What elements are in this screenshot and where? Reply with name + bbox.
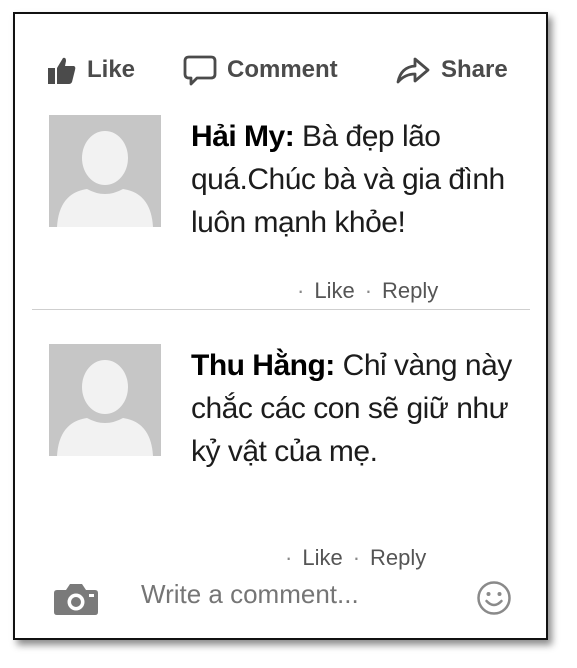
- thumbs-up-icon: [48, 57, 76, 84]
- comment-composer: [15, 574, 546, 624]
- comment-text: Thu Hằng: Chỉ vàng này chắc các con sẽ g…: [191, 344, 531, 473]
- share-arrow-icon: [396, 57, 430, 84]
- speech-bubble-icon: [183, 55, 217, 86]
- commenter-name[interactable]: Thu Hằng:: [191, 349, 335, 382]
- write-comment-input[interactable]: [139, 578, 443, 611]
- separator-dot: ·: [285, 545, 293, 570]
- like-button[interactable]: Like: [47, 52, 135, 88]
- like-label: Like: [87, 56, 136, 83]
- post-card: Like Comment Share Hải My: Bà đẹp lão qu…: [13, 12, 548, 640]
- commenter-name[interactable]: Hải My:: [191, 120, 295, 153]
- action-bar: Like Comment Share: [15, 14, 546, 94]
- comment-button[interactable]: Comment: [183, 52, 338, 88]
- default-avatar-icon: [49, 115, 161, 227]
- avatar[interactable]: [49, 344, 161, 456]
- comment-actions: · Like · Reply: [287, 278, 438, 304]
- default-avatar-icon: [49, 344, 161, 456]
- comment-divider: [32, 309, 530, 310]
- share-button[interactable]: Share: [395, 52, 508, 88]
- separator-dot: ·: [364, 278, 373, 303]
- comment-reply-link[interactable]: Reply: [370, 545, 426, 570]
- comment-like-link[interactable]: Like: [314, 278, 354, 303]
- comment-like-link[interactable]: Like: [302, 545, 342, 570]
- share-label: Share: [441, 56, 508, 83]
- comment-label: Comment: [227, 56, 338, 83]
- camera-icon[interactable]: [53, 582, 99, 616]
- comment-actions: · Like · Reply: [275, 545, 426, 571]
- smiley-icon[interactable]: [476, 580, 512, 616]
- separator-dot: ·: [297, 278, 305, 303]
- avatar[interactable]: [49, 115, 161, 227]
- comment-reply-link[interactable]: Reply: [382, 278, 438, 303]
- comment-text: Hải My: Bà đẹp lão quá.Chúc bà và gia đì…: [191, 115, 531, 244]
- separator-dot: ·: [352, 545, 361, 570]
